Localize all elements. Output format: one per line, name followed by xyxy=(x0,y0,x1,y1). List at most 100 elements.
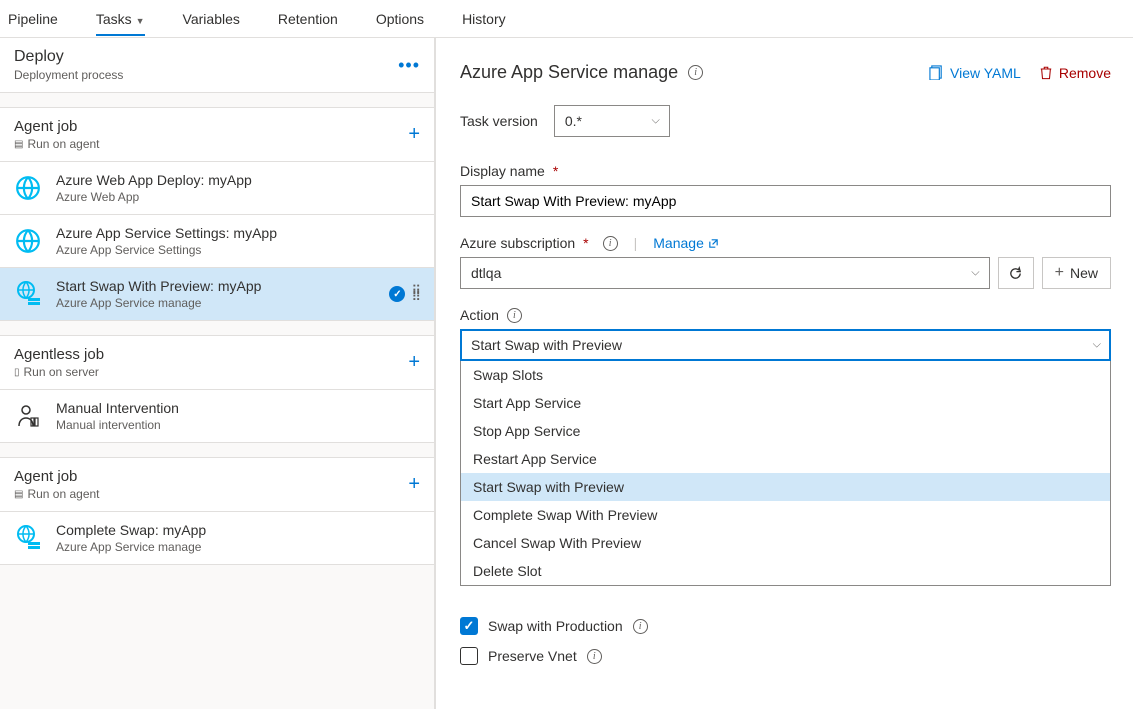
preserve-vnet-row: Preserve Vnet i xyxy=(460,647,1111,665)
info-icon[interactable]: i xyxy=(587,649,602,664)
tabs-bar: Pipeline Tasks ▼ Variables Retention Opti… xyxy=(0,0,1133,38)
action-option[interactable]: Complete Swap With Preview xyxy=(461,501,1110,529)
tab-options[interactable]: Options xyxy=(376,3,424,35)
task-version-row: Task version 0.* ⌵ xyxy=(460,105,1111,137)
action-dropdown[interactable]: Swap Slots Start App Service Stop App Se… xyxy=(460,361,1111,586)
task-title: Complete Swap: myApp xyxy=(56,522,206,538)
chevron-down-icon: ▼ xyxy=(136,16,145,26)
action-row: Action i Start Swap with Preview ⌵ Swap … xyxy=(460,307,1111,361)
required-indicator: * xyxy=(553,163,558,179)
task-row-actions: ⠿⠿ xyxy=(389,286,420,302)
spacer xyxy=(0,321,434,335)
task-azure-web-app-deploy[interactable]: Azure Web App Deploy: myApp Azure Web Ap… xyxy=(0,162,434,215)
display-name-row: Display name * xyxy=(460,163,1111,217)
action-option[interactable]: Delete Slot xyxy=(461,557,1110,585)
add-task-button[interactable]: + xyxy=(408,351,420,374)
swap-production-checkbox[interactable] xyxy=(460,617,478,635)
subscription-label: Azure subscription * i | Manage xyxy=(460,235,1111,251)
task-title: Start Swap With Preview: myApp xyxy=(56,278,261,294)
info-icon[interactable]: i xyxy=(507,308,522,323)
info-icon[interactable]: i xyxy=(688,65,703,80)
job-title: Agentless job xyxy=(14,346,104,363)
refresh-button[interactable] xyxy=(998,257,1034,289)
action-option[interactable]: Swap Slots xyxy=(461,361,1110,389)
swap-production-row: Swap with Production i xyxy=(460,617,1111,635)
job-title: Agent job xyxy=(14,468,100,485)
task-subtitle: Azure Web App xyxy=(56,190,252,204)
new-subscription-button[interactable]: +New xyxy=(1042,257,1111,289)
external-link-icon xyxy=(708,238,719,249)
task-version-label: Task version xyxy=(460,113,538,129)
task-manual-intervention[interactable]: Manual Intervention Manual intervention xyxy=(0,390,434,443)
remove-button[interactable]: Remove xyxy=(1039,65,1111,81)
globe-icon xyxy=(14,227,42,255)
subscription-select[interactable]: dtlqa xyxy=(460,257,990,289)
plus-icon: + xyxy=(1055,264,1064,282)
action-label: Action i xyxy=(460,307,1111,323)
stage-subtitle: Deployment process xyxy=(14,68,123,82)
info-icon[interactable]: i xyxy=(603,236,618,251)
action-option[interactable]: Cancel Swap With Preview xyxy=(461,529,1110,557)
manage-link[interactable]: Manage xyxy=(653,235,719,251)
stage-title: Deploy xyxy=(14,48,123,66)
preserve-vnet-checkbox[interactable] xyxy=(460,647,478,665)
left-pane: Deploy Deployment process ••• Agent job … xyxy=(0,38,436,709)
action-option[interactable]: Stop App Service xyxy=(461,417,1110,445)
subscription-row: Azure subscription * i | Manage dtlqa ⌵ … xyxy=(460,235,1111,289)
info-icon[interactable]: i xyxy=(633,619,648,634)
drag-handle-icon[interactable]: ⠿⠿ xyxy=(411,288,420,300)
job-subtitle: ▤Run on agent xyxy=(14,487,100,501)
task-subtitle: Azure App Service manage xyxy=(56,540,206,554)
display-name-label: Display name * xyxy=(460,163,1111,179)
task-subtitle: Azure App Service manage xyxy=(56,296,261,310)
display-name-input[interactable] xyxy=(460,185,1111,217)
agent-job-2-header[interactable]: Agent job ▤Run on agent + xyxy=(0,457,434,512)
server-icon: ▯ xyxy=(14,367,20,378)
spacer xyxy=(0,93,434,107)
required-indicator: * xyxy=(583,235,588,251)
action-option[interactable]: Start Swap with Preview xyxy=(461,473,1110,501)
swap-production-label: Swap with Production xyxy=(488,618,623,634)
tab-retention[interactable]: Retention xyxy=(278,3,338,35)
stage-header[interactable]: Deploy Deployment process ••• xyxy=(0,38,434,93)
task-version-select[interactable]: 0.* xyxy=(554,105,670,137)
right-pane: Azure App Service manage i View YAML Rem… xyxy=(436,38,1133,709)
agent-job-1-header[interactable]: Agent job ▤Run on agent + xyxy=(0,107,434,162)
job-subtitle: ▯Run on server xyxy=(14,365,104,379)
tab-history[interactable]: History xyxy=(462,3,506,35)
spacer xyxy=(0,443,434,457)
task-title: Manual Intervention xyxy=(56,400,179,416)
agentless-job-header[interactable]: Agentless job ▯Run on server + xyxy=(0,335,434,390)
server-icon: ▤ xyxy=(14,139,23,150)
job-subtitle: ▤Run on agent xyxy=(14,137,100,151)
right-title: Azure App Service manage i xyxy=(460,62,703,83)
tab-variables[interactable]: Variables xyxy=(183,3,240,35)
job-title: Agent job xyxy=(14,118,100,135)
main-layout: Deploy Deployment process ••• Agent job … xyxy=(0,38,1133,709)
add-task-button[interactable]: + xyxy=(408,123,420,146)
add-task-button[interactable]: + xyxy=(408,473,420,496)
right-header: Azure App Service manage i View YAML Rem… xyxy=(460,62,1111,83)
task-start-swap-preview[interactable]: Start Swap With Preview: myApp Azure App… xyxy=(0,268,434,321)
view-yaml-button[interactable]: View YAML xyxy=(929,65,1021,81)
task-subtitle: Azure App Service Settings xyxy=(56,243,277,257)
tab-tasks-label: Tasks xyxy=(96,11,132,27)
task-app-service-settings[interactable]: Azure App Service Settings: myApp Azure … xyxy=(0,215,434,268)
check-badge-icon xyxy=(389,286,405,302)
tab-tasks[interactable]: Tasks ▼ xyxy=(96,3,145,35)
more-options-icon[interactable]: ••• xyxy=(398,55,420,76)
tab-pipeline[interactable]: Pipeline xyxy=(8,3,58,35)
task-subtitle: Manual intervention xyxy=(56,418,179,432)
action-select[interactable]: Start Swap with Preview xyxy=(460,329,1111,361)
task-title: Azure Web App Deploy: myApp xyxy=(56,172,252,188)
preserve-vnet-label: Preserve Vnet xyxy=(488,648,577,664)
action-option[interactable]: Restart App Service xyxy=(461,445,1110,473)
person-icon xyxy=(14,402,42,430)
right-actions: View YAML Remove xyxy=(929,65,1111,81)
globe-icon xyxy=(14,174,42,202)
globe-stack-icon xyxy=(14,280,42,308)
server-icon: ▤ xyxy=(14,489,23,500)
task-complete-swap[interactable]: Complete Swap: myApp Azure App Service m… xyxy=(0,512,434,565)
globe-stack-icon xyxy=(14,524,42,552)
action-option[interactable]: Start App Service xyxy=(461,389,1110,417)
